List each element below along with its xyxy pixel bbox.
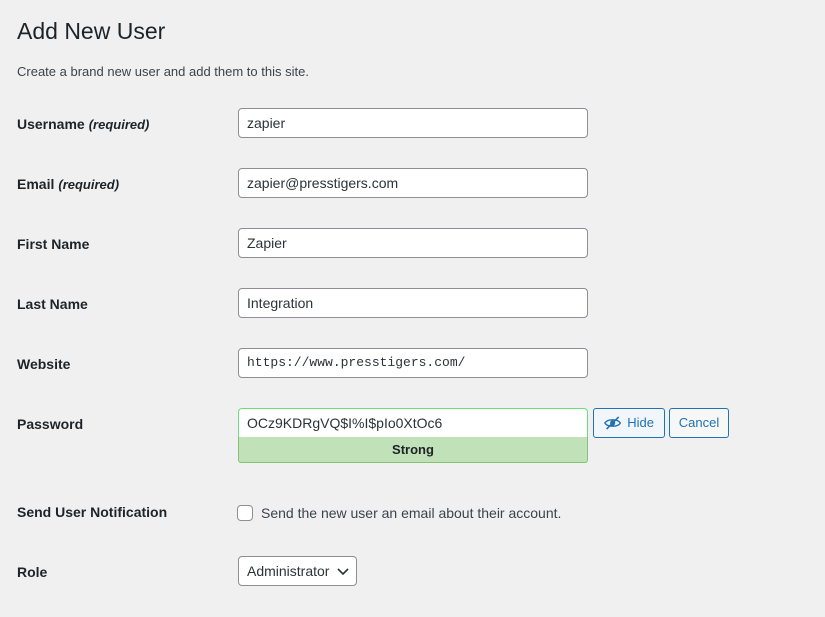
page-title: Add New User xyxy=(17,18,166,44)
chevron-down-icon xyxy=(337,568,349,576)
last-name-label: Last Name xyxy=(17,296,88,312)
last-name-input[interactable]: Integration xyxy=(238,288,588,318)
username-required-note: (required) xyxy=(88,117,150,132)
notification-label: Send User Notification xyxy=(17,504,168,520)
password-input[interactable]: OCz9KDRgVQ$I%I$pIo0XtOc6 xyxy=(238,408,588,437)
role-select-value: Administrator xyxy=(247,563,330,579)
first-name-input[interactable]: Zapier xyxy=(238,228,588,258)
email-input[interactable]: zapier@presstigers.com xyxy=(238,168,588,198)
email-label-text: Email xyxy=(17,176,55,192)
add-user-page: Add New User Create a brand new user and… xyxy=(0,0,825,617)
hide-password-button[interactable]: Hide xyxy=(593,408,665,438)
website-input[interactable]: https://www.presstigers.com/ xyxy=(238,348,588,378)
hide-button-label: Hide xyxy=(627,415,654,430)
email-label: Email (required) xyxy=(17,174,119,195)
eye-slash-icon xyxy=(604,416,622,430)
email-required-note: (required) xyxy=(58,177,120,192)
username-label-text: Username xyxy=(17,116,85,132)
username-input[interactable]: zapier xyxy=(238,108,588,138)
first-name-label: First Name xyxy=(17,236,90,252)
page-subtitle: Create a brand new user and add them to … xyxy=(17,64,309,79)
username-label: Username (required) xyxy=(17,114,149,135)
notification-checkbox-label[interactable]: Send the new user an email about their a… xyxy=(261,504,561,522)
password-label: Password xyxy=(17,416,84,432)
cancel-password-button[interactable]: Cancel xyxy=(669,408,729,438)
role-select[interactable]: Administrator xyxy=(238,556,357,586)
password-strength-meter: Strong xyxy=(238,437,588,463)
role-label: Role xyxy=(17,564,48,580)
notification-checkbox[interactable] xyxy=(237,505,253,521)
website-label: Website xyxy=(17,356,71,372)
